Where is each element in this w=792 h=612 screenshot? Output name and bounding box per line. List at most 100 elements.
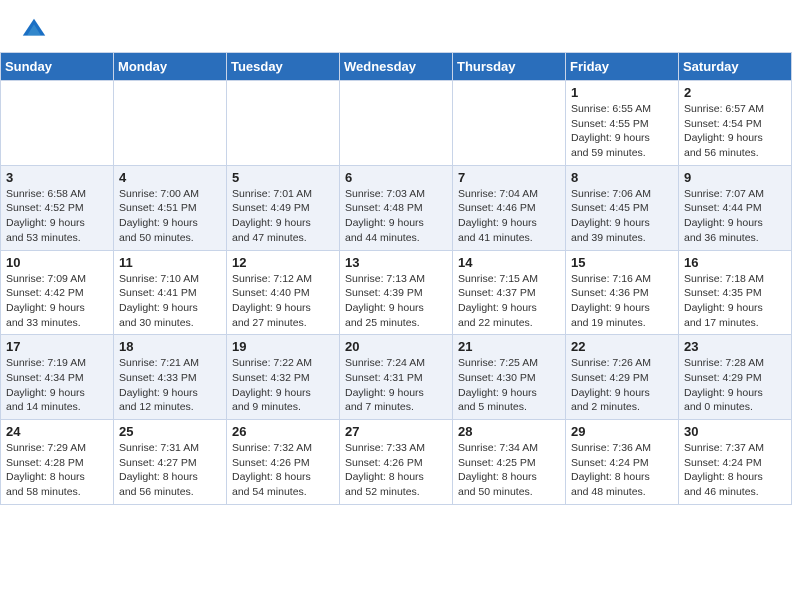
day-number: 5: [232, 170, 334, 185]
day-info: Sunrise: 7:26 AM Sunset: 4:29 PM Dayligh…: [571, 356, 673, 415]
day-number: 7: [458, 170, 560, 185]
day-number: 25: [119, 424, 221, 439]
day-number: 3: [6, 170, 108, 185]
weekday-header-sunday: Sunday: [1, 53, 114, 81]
calendar-cell: 29 Sunrise: 7:36 AM Sunset: 4:24 PM Dayli…: [566, 420, 679, 505]
week-row-5: 24 Sunrise: 7:29 AM Sunset: 4:28 PM Dayli…: [1, 420, 792, 505]
week-row-2: 3 Sunrise: 6:58 AM Sunset: 4:52 PM Daylig…: [1, 165, 792, 250]
calendar-cell: 9 Sunrise: 7:07 AM Sunset: 4:44 PM Daylig…: [679, 165, 792, 250]
weekday-header-thursday: Thursday: [453, 53, 566, 81]
weekday-header-tuesday: Tuesday: [227, 53, 340, 81]
day-info: Sunrise: 7:18 AM Sunset: 4:35 PM Dayligh…: [684, 272, 786, 331]
calendar-cell: 26Sunrise: 7:32 AM Sunset: 4:26 PM Dayli…: [227, 420, 340, 505]
calendar-cell: 27 Sunrise: 7:33 AM Sunset: 4:26 PM Dayli…: [340, 420, 453, 505]
day-number: 10: [6, 255, 108, 270]
week-row-4: 17 Sunrise: 7:19 AM Sunset: 4:34 PM Dayli…: [1, 335, 792, 420]
calendar-cell: 2 Sunrise: 6:57 AM Sunset: 4:54 PM Daylig…: [679, 81, 792, 166]
calendar-cell: 20 Sunrise: 7:24 AM Sunset: 4:31 PM Dayli…: [340, 335, 453, 420]
day-info: Sunrise: 7:25 AM Sunset: 4:30 PM Dayligh…: [458, 356, 560, 415]
day-info: Sunrise: 7:04 AM Sunset: 4:46 PM Dayligh…: [458, 187, 560, 246]
week-row-3: 10 Sunrise: 7:09 AM Sunset: 4:42 PM Dayli…: [1, 250, 792, 335]
calendar-cell: 22 Sunrise: 7:26 AM Sunset: 4:29 PM Dayli…: [566, 335, 679, 420]
calendar-cell: 16 Sunrise: 7:18 AM Sunset: 4:35 PM Dayli…: [679, 250, 792, 335]
calendar-cell: 7 Sunrise: 7:04 AM Sunset: 4:46 PM Daylig…: [453, 165, 566, 250]
day-info: Sunrise: 7:13 AM Sunset: 4:39 PM Dayligh…: [345, 272, 447, 331]
day-number: 18: [119, 339, 221, 354]
logo: [20, 16, 52, 44]
calendar-cell: 6Sunrise: 7:03 AM Sunset: 4:48 PM Daylig…: [340, 165, 453, 250]
day-info: Sunrise: 7:31 AM Sunset: 4:27 PM Dayligh…: [119, 441, 221, 500]
day-number: 17: [6, 339, 108, 354]
day-number: 14: [458, 255, 560, 270]
calendar-cell: 8Sunrise: 7:06 AM Sunset: 4:45 PM Daylig…: [566, 165, 679, 250]
calendar-cell: 10 Sunrise: 7:09 AM Sunset: 4:42 PM Dayli…: [1, 250, 114, 335]
calendar-cell: 5 Sunrise: 7:01 AM Sunset: 4:49 PM Daylig…: [227, 165, 340, 250]
calendar-cell: 15 Sunrise: 7:16 AM Sunset: 4:36 PM Dayli…: [566, 250, 679, 335]
day-info: Sunrise: 7:10 AM Sunset: 4:41 PM Dayligh…: [119, 272, 221, 331]
day-number: 21: [458, 339, 560, 354]
day-info: Sunrise: 7:01 AM Sunset: 4:49 PM Dayligh…: [232, 187, 334, 246]
day-info: Sunrise: 7:06 AM Sunset: 4:45 PM Dayligh…: [571, 187, 673, 246]
day-info: Sunrise: 7:28 AM Sunset: 4:29 PM Dayligh…: [684, 356, 786, 415]
day-info: Sunrise: 7:34 AM Sunset: 4:25 PM Dayligh…: [458, 441, 560, 500]
day-info: Sunrise: 7:22 AM Sunset: 4:32 PM Dayligh…: [232, 356, 334, 415]
calendar-cell: 24 Sunrise: 7:29 AM Sunset: 4:28 PM Dayli…: [1, 420, 114, 505]
day-number: 4: [119, 170, 221, 185]
calendar-cell: 14 Sunrise: 7:15 AM Sunset: 4:37 PM Dayli…: [453, 250, 566, 335]
day-info: Sunrise: 7:21 AM Sunset: 4:33 PM Dayligh…: [119, 356, 221, 415]
day-info: Sunrise: 7:03 AM Sunset: 4:48 PM Dayligh…: [345, 187, 447, 246]
calendar-cell: 4Sunrise: 7:00 AM Sunset: 4:51 PM Daylig…: [114, 165, 227, 250]
day-info: Sunrise: 7:15 AM Sunset: 4:37 PM Dayligh…: [458, 272, 560, 331]
day-info: Sunrise: 7:33 AM Sunset: 4:26 PM Dayligh…: [345, 441, 447, 500]
day-number: 27: [345, 424, 447, 439]
calendar-cell: 18 Sunrise: 7:21 AM Sunset: 4:33 PM Dayli…: [114, 335, 227, 420]
calendar-cell: [1, 81, 114, 166]
day-number: 2: [684, 85, 786, 100]
day-number: 13: [345, 255, 447, 270]
calendar-cell: 23 Sunrise: 7:28 AM Sunset: 4:29 PM Dayli…: [679, 335, 792, 420]
calendar-cell: [227, 81, 340, 166]
header: [0, 0, 792, 52]
calendar-cell: 19 Sunrise: 7:22 AM Sunset: 4:32 PM Dayli…: [227, 335, 340, 420]
day-number: 23: [684, 339, 786, 354]
day-number: 11: [119, 255, 221, 270]
day-number: 24: [6, 424, 108, 439]
day-info: Sunrise: 7:36 AM Sunset: 4:24 PM Dayligh…: [571, 441, 673, 500]
day-info: Sunrise: 7:16 AM Sunset: 4:36 PM Dayligh…: [571, 272, 673, 331]
calendar-cell: 13 Sunrise: 7:13 AM Sunset: 4:39 PM Dayli…: [340, 250, 453, 335]
day-info: Sunrise: 6:57 AM Sunset: 4:54 PM Dayligh…: [684, 102, 786, 161]
weekday-header-row: SundayMondayTuesdayWednesdayThursdayFrid…: [1, 53, 792, 81]
day-number: 12: [232, 255, 334, 270]
weekday-header-friday: Friday: [566, 53, 679, 81]
day-info: Sunrise: 7:24 AM Sunset: 4:31 PM Dayligh…: [345, 356, 447, 415]
weekday-header-monday: Monday: [114, 53, 227, 81]
calendar-cell: 11 Sunrise: 7:10 AM Sunset: 4:41 PM Dayli…: [114, 250, 227, 335]
day-number: 22: [571, 339, 673, 354]
day-number: 20: [345, 339, 447, 354]
week-row-1: 1 Sunrise: 6:55 AM Sunset: 4:55 PM Daylig…: [1, 81, 792, 166]
day-info: Sunrise: 7:19 AM Sunset: 4:34 PM Dayligh…: [6, 356, 108, 415]
day-info: Sunrise: 7:12 AM Sunset: 4:40 PM Dayligh…: [232, 272, 334, 331]
day-number: 16: [684, 255, 786, 270]
day-info: Sunrise: 7:07 AM Sunset: 4:44 PM Dayligh…: [684, 187, 786, 246]
calendar-cell: 30Sunrise: 7:37 AM Sunset: 4:24 PM Dayli…: [679, 420, 792, 505]
day-number: 19: [232, 339, 334, 354]
calendar-cell: 21 Sunrise: 7:25 AM Sunset: 4:30 PM Dayli…: [453, 335, 566, 420]
calendar-cell: 12 Sunrise: 7:12 AM Sunset: 4:40 PM Dayli…: [227, 250, 340, 335]
calendar-cell: 3 Sunrise: 6:58 AM Sunset: 4:52 PM Daylig…: [1, 165, 114, 250]
day-number: 29: [571, 424, 673, 439]
weekday-header-wednesday: Wednesday: [340, 53, 453, 81]
day-number: 9: [684, 170, 786, 185]
day-info: Sunrise: 6:58 AM Sunset: 4:52 PM Dayligh…: [6, 187, 108, 246]
day-info: Sunrise: 7:29 AM Sunset: 4:28 PM Dayligh…: [6, 441, 108, 500]
day-info: Sunrise: 7:09 AM Sunset: 4:42 PM Dayligh…: [6, 272, 108, 331]
calendar-cell: 28 Sunrise: 7:34 AM Sunset: 4:25 PM Dayli…: [453, 420, 566, 505]
weekday-header-saturday: Saturday: [679, 53, 792, 81]
day-number: 1: [571, 85, 673, 100]
day-number: 28: [458, 424, 560, 439]
day-info: Sunrise: 6:55 AM Sunset: 4:55 PM Dayligh…: [571, 102, 673, 161]
calendar-cell: 17 Sunrise: 7:19 AM Sunset: 4:34 PM Dayli…: [1, 335, 114, 420]
logo-icon: [20, 16, 48, 44]
calendar-cell: [453, 81, 566, 166]
day-number: 15: [571, 255, 673, 270]
